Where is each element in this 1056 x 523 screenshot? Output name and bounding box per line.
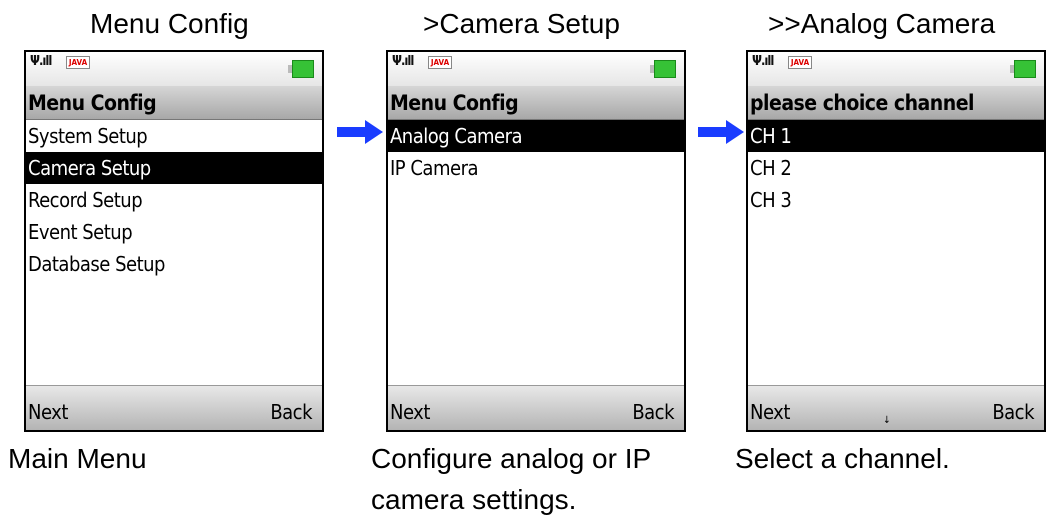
caption-camera-setup-line1: Configure analog or IP	[371, 443, 652, 474]
heading-menu-config: Menu Config	[90, 8, 249, 39]
caption-analog-camera: Select a channel.	[735, 443, 950, 474]
battery-full-icon	[288, 60, 314, 78]
softkey-bar: Next Back	[388, 385, 684, 430]
arrow-right-icon	[337, 120, 383, 144]
scroll-down-icon: ↓	[883, 415, 891, 426]
caption-main-menu: Main Menu	[8, 443, 147, 474]
menu-item-analog-camera[interactable]: Analog Camera	[388, 120, 684, 152]
caption-camera-setup-line2: camera settings.	[371, 484, 577, 515]
next-softkey[interactable]: Next	[28, 400, 68, 424]
arrow-right-icon	[698, 120, 744, 144]
phone-screen-main-menu: Ψ.ıll JAVA Menu Config System Setup Came…	[24, 50, 324, 432]
back-softkey[interactable]: Back	[992, 400, 1034, 424]
phone-screen-analog-camera: Ψ.ıll JAVA please choice channel CH 1 CH…	[746, 50, 1046, 432]
status-bar: Ψ.ıll JAVA	[388, 52, 684, 86]
menu-item-event-setup[interactable]: Event Setup	[26, 216, 322, 248]
menu-item-ch2[interactable]: CH 2	[748, 152, 1044, 184]
signal-bars-icon: Ψ.ıll	[30, 54, 52, 69]
battery-full-icon	[650, 60, 676, 78]
signal-bars-icon: Ψ.ıll	[752, 54, 774, 69]
back-softkey[interactable]: Back	[632, 400, 674, 424]
menu-item-system-setup[interactable]: System Setup	[26, 120, 322, 152]
next-softkey[interactable]: Next	[390, 400, 430, 424]
softkey-bar: Next ↓ Back	[748, 385, 1044, 430]
menu-item-camera-setup[interactable]: Camera Setup	[26, 152, 322, 184]
menu-item-ch3[interactable]: CH 3	[748, 184, 1044, 216]
java-logo: JAVA	[788, 56, 812, 69]
menu-item-record-setup[interactable]: Record Setup	[26, 184, 322, 216]
menu-list: Analog Camera IP Camera	[388, 120, 684, 184]
next-softkey[interactable]: Next	[750, 400, 790, 424]
screen-title: please choice channel	[748, 86, 1044, 120]
signal-bars-icon: Ψ.ıll	[392, 54, 414, 69]
menu-item-ch1[interactable]: CH 1	[748, 120, 1044, 152]
screen-title: Menu Config	[388, 86, 684, 120]
heading-camera-setup: >Camera Setup	[423, 8, 620, 39]
menu-item-ip-camera[interactable]: IP Camera	[388, 152, 684, 184]
heading-analog-camera: >>Analog Camera	[768, 8, 996, 39]
menu-list: System Setup Camera Setup Record Setup E…	[26, 120, 322, 280]
phone-screen-camera-setup: Ψ.ıll JAVA Menu Config Analog Camera IP …	[386, 50, 686, 432]
menu-item-database-setup[interactable]: Database Setup	[26, 248, 322, 280]
java-logo: JAVA	[428, 56, 452, 69]
back-softkey[interactable]: Back	[270, 400, 312, 424]
softkey-bar: Next Back	[26, 385, 322, 430]
status-bar: Ψ.ıll JAVA	[748, 52, 1044, 86]
status-bar: Ψ.ıll JAVA	[26, 52, 322, 86]
screen-title: Menu Config	[26, 86, 322, 120]
menu-list: CH 1 CH 2 CH 3	[748, 120, 1044, 216]
battery-full-icon	[1010, 60, 1036, 78]
java-logo: JAVA	[66, 56, 90, 69]
